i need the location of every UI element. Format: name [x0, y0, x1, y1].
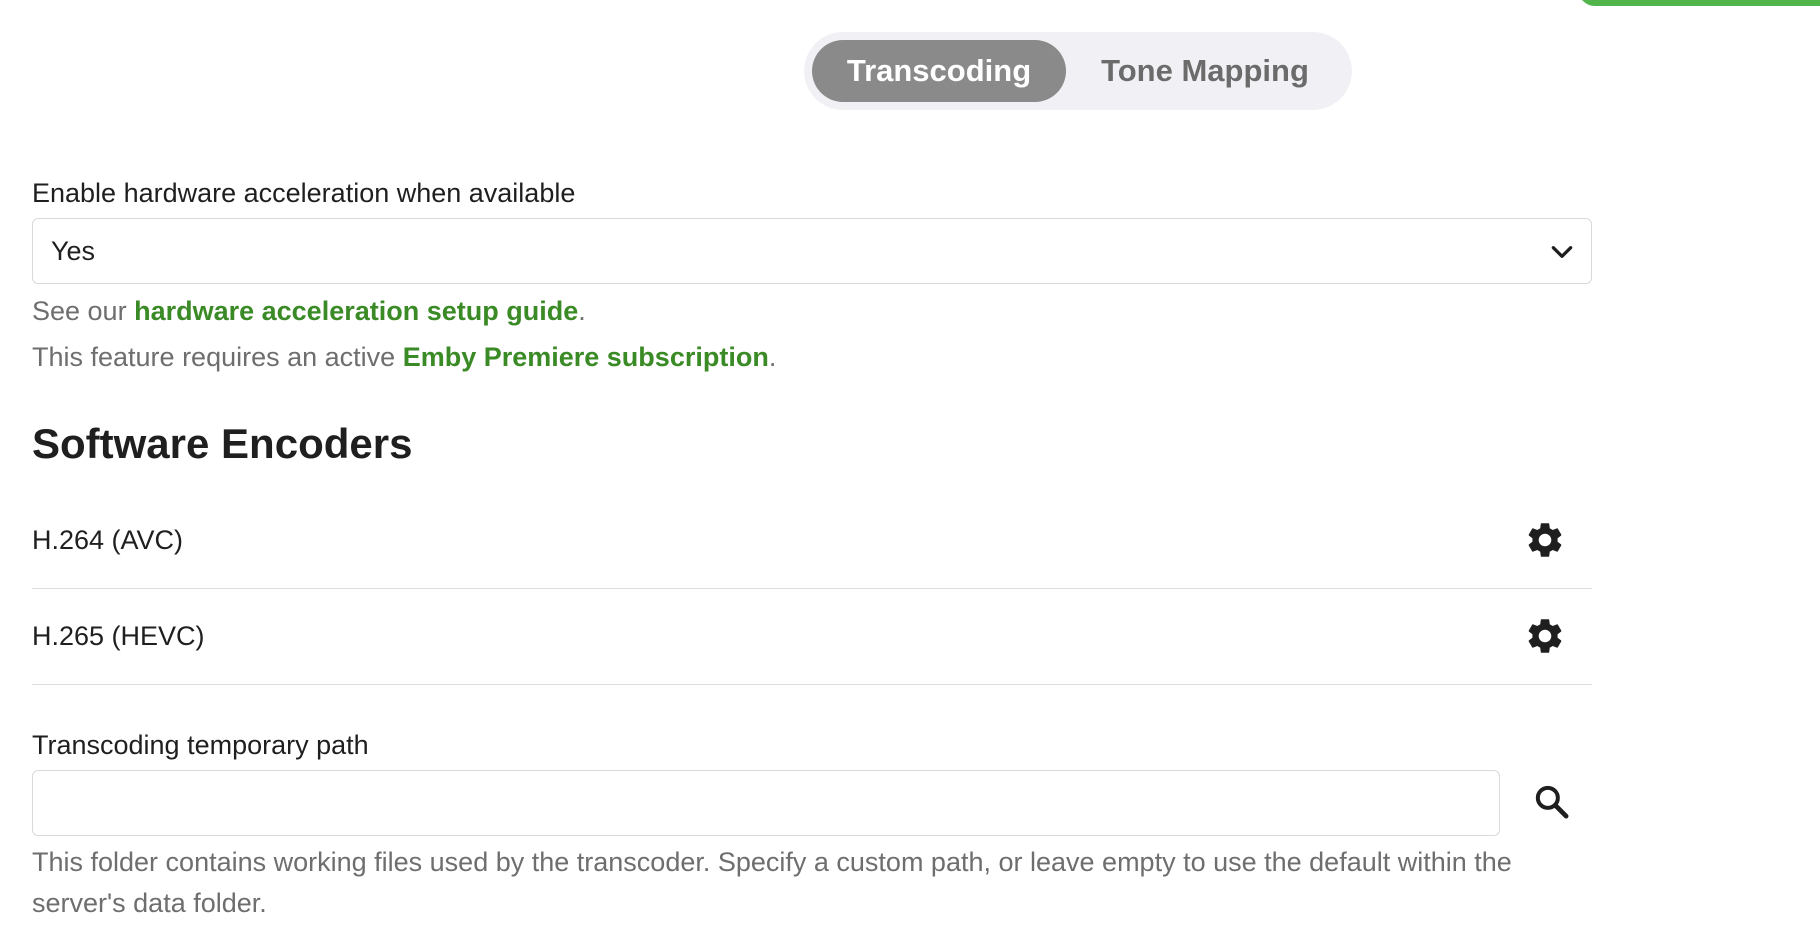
hardware-acceleration-label: Enable hardware acceleration when availa…	[32, 178, 576, 208]
hardware-acceleration-select[interactable]: Yes	[32, 218, 1592, 284]
setup-guide-help-suffix: .	[578, 296, 586, 326]
search-icon	[1535, 785, 1569, 819]
browse-path-button[interactable]	[1526, 776, 1578, 828]
hardware-acceleration-selected-value: Yes	[51, 235, 96, 266]
encoder-label-h265: H.265 (HEVC)	[32, 621, 205, 651]
encoder-row-h264: H.264 (AVC)	[32, 493, 1592, 589]
tab-transcoding[interactable]: Transcoding	[812, 40, 1066, 102]
gear-icon[interactable]	[1524, 615, 1566, 657]
tab-tone-mapping[interactable]: Tone Mapping	[1066, 40, 1344, 102]
tab-bar: Transcoding Tone Mapping	[804, 32, 1352, 110]
premiere-help-suffix: .	[768, 342, 777, 372]
gear-icon[interactable]	[1524, 519, 1566, 561]
transcoding-path-input[interactable]	[32, 770, 1500, 836]
software-encoders-title: Software Encoders	[32, 420, 413, 467]
encoder-label-h264: H.264 (AVC)	[32, 525, 184, 555]
chevron-down-icon	[1551, 246, 1573, 258]
setup-guide-help-text: See our	[32, 296, 135, 326]
encoder-row-h265: H.265 (HEVC)	[32, 589, 1592, 685]
transcoding-path-label: Transcoding temporary path	[32, 730, 369, 760]
premiere-help: This feature requires an active Emby Pre…	[32, 342, 776, 373]
setup-guide-link[interactable]: hardware acceleration setup guide	[134, 296, 578, 326]
emby-premiere-link[interactable]: Emby Premiere subscription	[403, 342, 769, 372]
transcoding-path-description: This folder contains working files used …	[32, 847, 1512, 918]
premiere-help-text: This feature requires an active	[32, 342, 403, 372]
top-right-accent-button[interactable]	[1578, 0, 1820, 6]
setup-guide-help: See our hardware acceleration setup guid…	[32, 296, 586, 327]
page: Transcoding Tone Mapping Enable hardware…	[0, 0, 1820, 938]
